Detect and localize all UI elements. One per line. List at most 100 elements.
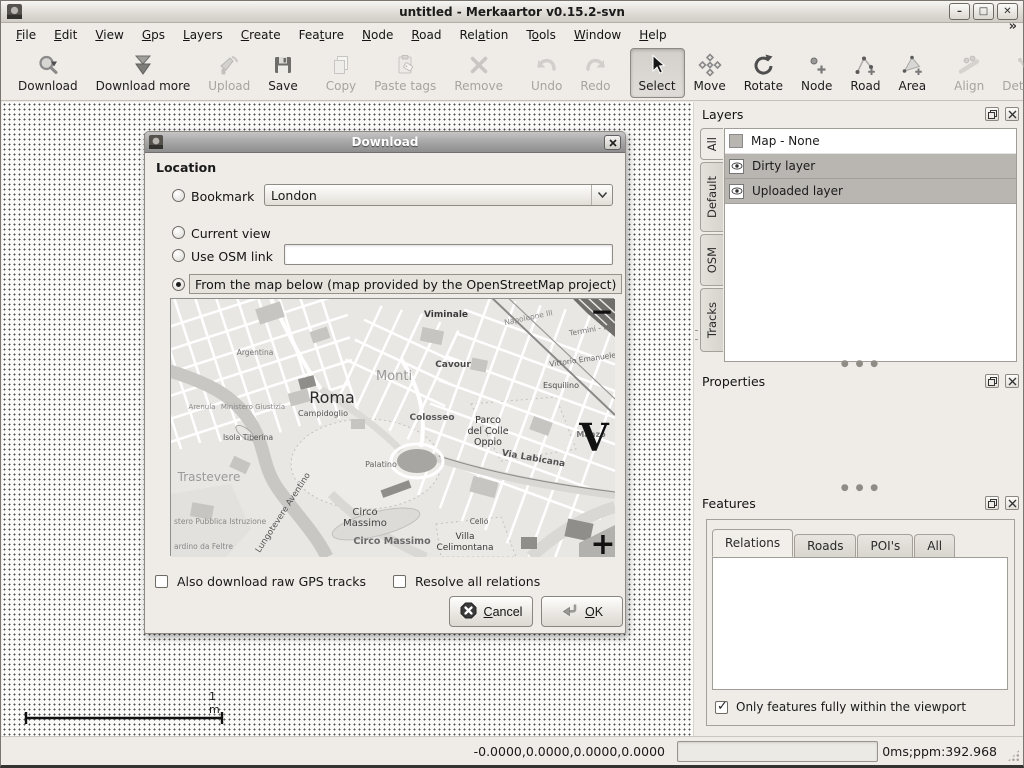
menu-tools[interactable]: Tools (517, 25, 565, 45)
toolbar-button-area[interactable]: Area (889, 48, 935, 98)
layers-tab-label: Tracks (705, 302, 719, 338)
detach-icon (1011, 52, 1024, 78)
layer-swatch[interactable] (729, 134, 743, 148)
menu-layers[interactable]: Layers (174, 25, 232, 45)
cancel-button[interactable]: Cancel (449, 596, 533, 627)
menu-view[interactable]: View (86, 25, 132, 45)
layers-properties-splitter[interactable]: ● ● ● (699, 360, 1022, 368)
toolbar-button-rotate[interactable]: Rotate (735, 48, 792, 98)
features-tab-relations[interactable]: Relations (712, 529, 793, 557)
copy-icon (328, 52, 354, 78)
menu-node[interactable]: Node (353, 25, 402, 45)
radio-osm-link-label: Use OSM link (191, 249, 273, 264)
features-close-button[interactable] (1005, 496, 1019, 510)
toolbar-button-label: Save (268, 79, 297, 93)
chevron-down-icon (591, 185, 612, 205)
features-tab-all[interactable]: All (914, 534, 955, 557)
layers-panel-header: Layers (702, 105, 1019, 123)
map-label-roma: Roma (309, 388, 355, 407)
properties-features-splitter[interactable]: ● ● ● (699, 484, 1022, 492)
features-panel-header: Features (702, 494, 1019, 512)
toolbar-button-download-more[interactable]: Download more (87, 48, 200, 98)
map-label-massimo: Massimo (343, 518, 387, 529)
layers-close-button[interactable] (1005, 107, 1019, 121)
map-zoom-in-control: + (590, 527, 615, 557)
radio-current-view[interactable] (172, 226, 185, 239)
resolve-relations-checkbox[interactable] (393, 575, 406, 588)
map-label-villa: Villa (456, 532, 475, 542)
toolbar-button-save[interactable]: Save (259, 48, 306, 98)
properties-float-button[interactable] (985, 374, 999, 388)
osm-link-input[interactable] (284, 244, 613, 265)
properties-close-button[interactable] (1005, 374, 1019, 388)
toolbar-button-label: Copy (326, 79, 356, 93)
layers-tab-strip: All Default OSM Tracks (700, 128, 723, 352)
dialog-map[interactable]: ViminaleNapoleone IIITermini - LaArgenti… (170, 298, 614, 556)
toolbar-button-label: Select (639, 79, 676, 93)
gps-tracks-checkbox[interactable] (155, 575, 168, 588)
visibility-eye-icon[interactable] (729, 184, 744, 199)
resize-grip[interactable] (1007, 749, 1020, 762)
menu-relation[interactable]: Relation (450, 25, 517, 45)
toolbar-button-move[interactable]: Move (685, 48, 735, 98)
layer-label: Uploaded layer (752, 184, 843, 198)
minimize-button[interactable]: – (949, 3, 970, 20)
scale-bar: 1 m (24, 710, 224, 726)
map-label-trastevere: Trastevere (177, 470, 241, 484)
menu-feature[interactable]: Feature (290, 25, 353, 45)
features-float-button[interactable] (985, 496, 999, 510)
features-panel-title: Features (702, 496, 979, 511)
features-tab-poi-s[interactable]: POI's (857, 534, 913, 557)
menu-help[interactable]: Help (630, 25, 675, 45)
layers-tab-all[interactable]: All (700, 128, 723, 160)
dialog-titlebar[interactable]: Download (145, 132, 625, 153)
radio-osm-link[interactable] (172, 249, 185, 262)
visibility-eye-icon[interactable] (729, 159, 744, 174)
layers-tab-default[interactable]: Default (700, 162, 723, 232)
radio-from-map[interactable] (172, 278, 185, 291)
resolve-relations-checkbox-label: Resolve all relations (415, 574, 540, 589)
viewport-checkbox[interactable] (715, 701, 728, 714)
menu-road[interactable]: Road (402, 25, 450, 45)
features-list[interactable] (712, 557, 1008, 690)
layers-tab-label: Default (705, 176, 719, 218)
map-label-del-colle: del Colle (467, 426, 508, 437)
map-v-marker: V (578, 415, 610, 460)
dock-panel: Layers All Default OSM Tracks Map - None Dir… (699, 102, 1022, 736)
toolbar-button-download[interactable]: Download (9, 48, 87, 98)
scale-label: 1 m (209, 690, 224, 716)
radio-bookmark[interactable] (172, 189, 185, 202)
layers-tab-tracks[interactable]: Tracks (700, 288, 723, 352)
toolbar-button-label: Node (801, 79, 832, 93)
toolbar-button-align: Align (945, 48, 993, 98)
layer-row-dirty-layer[interactable]: Dirty layer (725, 154, 1016, 179)
features-tab-roads[interactable]: Roads (794, 534, 856, 557)
ok-button[interactable]: OK (541, 596, 623, 627)
layers-float-button[interactable] (985, 107, 999, 121)
map-label-ministero-giustizia: Ministero Giustizia (221, 403, 285, 411)
radio-current-view-label: Current view (191, 226, 271, 241)
menu-create[interactable]: Create (232, 25, 290, 45)
toolbar-overflow-chevron[interactable]: » (1009, 19, 1017, 34)
maximize-button[interactable]: □ (973, 3, 994, 20)
toolbar-button-road[interactable]: Road (841, 48, 889, 98)
features-frame: RelationsRoadsPOI'sAll Only features ful… (706, 519, 1015, 726)
menu-edit[interactable]: Edit (45, 25, 86, 45)
toolbar-button-select[interactable]: Select (630, 48, 685, 98)
menu-window[interactable]: Window (565, 25, 630, 45)
close-button[interactable]: ✕ (997, 3, 1018, 20)
layers-tab-osm[interactable]: OSM (700, 234, 723, 286)
layer-row-map-none[interactable]: Map - None (725, 129, 1016, 154)
menu-file[interactable]: File (7, 25, 45, 45)
remove-icon (466, 52, 492, 78)
layer-label: Dirty layer (752, 159, 815, 173)
layer-row-uploaded-layer[interactable]: Uploaded layer (725, 179, 1016, 204)
menu-gps[interactable]: Gps (133, 25, 174, 45)
dialog-close-button[interactable] (604, 135, 621, 150)
toolbar-button-node[interactable]: Node (792, 48, 841, 98)
map-label-palatino: Palatino (365, 460, 397, 469)
toolbar-button-label: Move (694, 79, 726, 93)
bookmark-combo[interactable]: London (264, 184, 613, 206)
layers-list: Map - None Dirty layer Uploaded layer (724, 128, 1017, 362)
status-progress-bar (677, 741, 878, 762)
